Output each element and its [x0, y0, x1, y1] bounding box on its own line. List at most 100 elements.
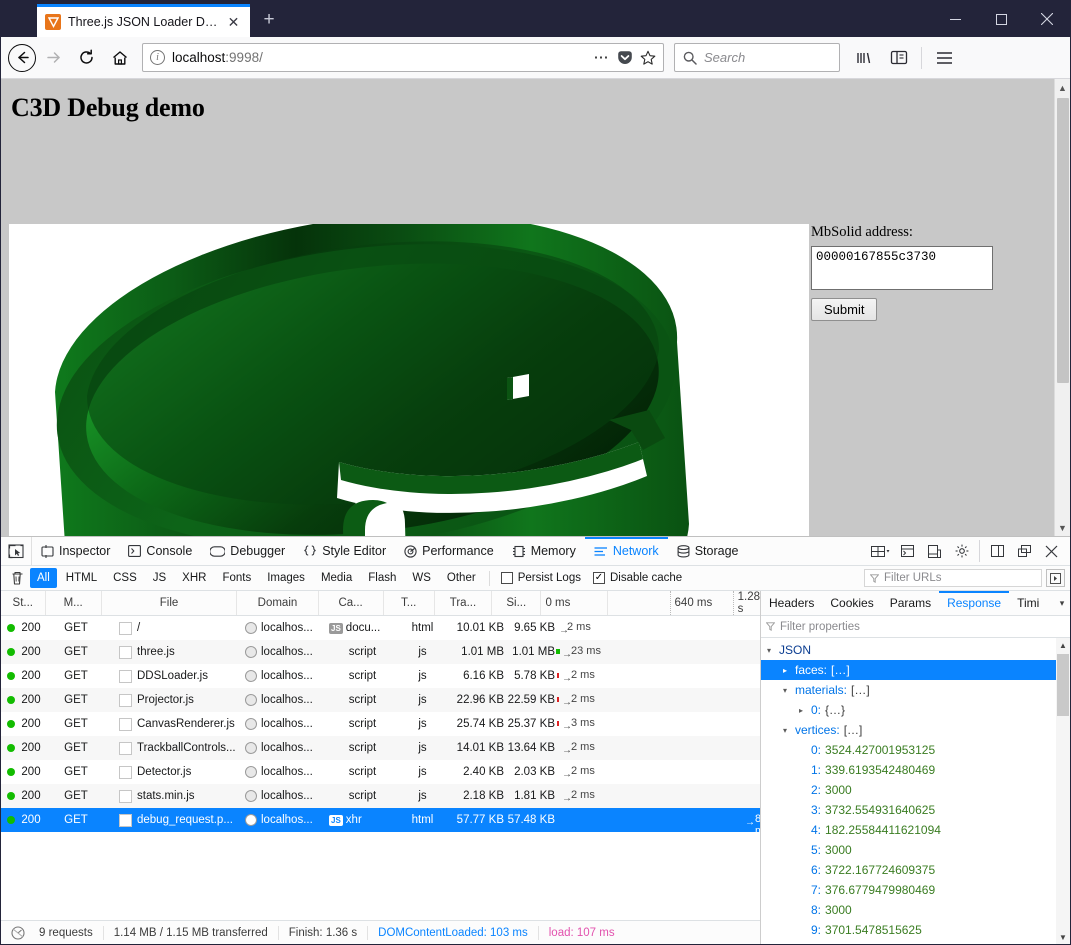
filter-fonts[interactable]: Fonts [215, 568, 258, 588]
layout-icon[interactable] [868, 539, 893, 564]
table-row[interactable]: 200 GET three.js localhos... script js 1… [1, 640, 760, 664]
json-row[interactable]: 8:3000 [761, 900, 1070, 920]
json-scrollbar-track[interactable] [1056, 652, 1070, 930]
bookmark-star-icon[interactable] [640, 50, 656, 66]
reload-icon[interactable] [71, 42, 102, 73]
table-row[interactable]: 200 GET / localhos... JSdocu... html 10.… [1, 616, 760, 640]
scrollbar-thumb[interactable] [1057, 98, 1069, 383]
json-row[interactable]: ▾materials:[…] [761, 680, 1070, 700]
dock-window-icon[interactable] [1012, 539, 1037, 564]
json-row[interactable]: 3:3732.554931640625 [761, 800, 1070, 820]
json-row[interactable]: 1:339.6193542480469 [761, 760, 1070, 780]
forward-arrow-icon[interactable] [38, 42, 69, 73]
col-transferred[interactable]: Tra... [435, 591, 492, 615]
twisty-icon[interactable]: ▸ [783, 666, 795, 675]
table-row[interactable]: 200 GET Detector.js localhos... script j… [1, 760, 760, 784]
tab-style-editor[interactable]: Style Editor [294, 537, 395, 565]
url-filter-input[interactable]: Filter URLs [864, 569, 1042, 587]
filter-ws[interactable]: WS [405, 568, 438, 588]
twisty-icon[interactable]: ▾ [783, 686, 795, 695]
disable-cache-checkbox[interactable]: ✓ Disable cache [588, 572, 687, 584]
table-row[interactable]: 200 GET CanvasRenderer.js localhos... sc… [1, 712, 760, 736]
twisty-icon[interactable]: ▸ [799, 706, 811, 715]
tab-debugger[interactable]: Debugger [201, 537, 294, 565]
col-file[interactable]: File [102, 591, 238, 615]
tab-performance[interactable]: Performance [395, 537, 503, 565]
json-row[interactable]: 6:3722.167724609375 [761, 860, 1070, 880]
json-row[interactable]: ▾vertices:[…] [761, 720, 1070, 740]
persist-logs-box[interactable] [501, 572, 513, 584]
trash-icon[interactable] [6, 571, 28, 585]
json-scrollbar-thumb[interactable] [1057, 654, 1069, 716]
details-tab-params[interactable]: Params [882, 591, 939, 615]
tab-console[interactable]: Console [119, 537, 201, 565]
table-row[interactable]: 200 GET Projector.js localhos... script … [1, 688, 760, 712]
close-devtools-icon[interactable] [1039, 539, 1064, 564]
dock-side-icon[interactable] [985, 539, 1010, 564]
three-js-canvas[interactable] [9, 224, 809, 536]
responsive-design-icon[interactable] [922, 539, 947, 564]
tab-storage[interactable]: Storage [668, 537, 748, 565]
filter-js[interactable]: JS [146, 568, 173, 588]
network-throttle[interactable] [1, 926, 29, 940]
filter-images[interactable]: Images [260, 568, 312, 588]
json-row[interactable]: 9:3701.5478515625 [761, 920, 1070, 940]
table-row[interactable]: 200 GET debug_request.p... localhos... J… [1, 808, 760, 832]
twisty-icon[interactable]: ▾ [783, 726, 795, 735]
properties-filter-input[interactable]: Filter properties [761, 616, 1070, 638]
toggle-details-pane-button[interactable] [1046, 569, 1065, 587]
table-row[interactable]: 200 GET TrackballControls... localhos...… [1, 736, 760, 760]
filter-css[interactable]: CSS [106, 568, 144, 588]
tab-close-icon[interactable]: ✕ [225, 14, 242, 31]
close-button[interactable] [1024, 1, 1070, 37]
json-row[interactable]: ▾JSON [761, 640, 1070, 660]
col-method[interactable]: M... [46, 591, 102, 615]
json-row[interactable]: 5:3000 [761, 840, 1070, 860]
page-scrollbar[interactable]: ▲ ▼ [1054, 79, 1070, 536]
hamburger-menu-icon[interactable] [929, 42, 960, 73]
details-tab-cookies[interactable]: Cookies [822, 591, 881, 615]
json-scroll-down-icon[interactable]: ▼ [1059, 930, 1067, 944]
browser-tab[interactable]: Three.js JSON Loader Demo ✕ [37, 4, 250, 37]
tab-network[interactable]: Network [585, 537, 668, 565]
details-tab-timings[interactable]: Timi [1009, 591, 1047, 615]
settings-gear-icon[interactable] [949, 539, 974, 564]
json-row[interactable]: 7:376.6779479980469 [761, 880, 1070, 900]
submit-button[interactable]: Submit [811, 298, 877, 321]
search-bar[interactable]: Search [674, 43, 840, 72]
filter-flash[interactable]: Flash [361, 568, 403, 588]
col-cause[interactable]: Ca... [319, 591, 384, 615]
element-picker-icon[interactable] [1, 537, 32, 565]
col-domain[interactable]: Domain [237, 591, 318, 615]
json-row[interactable]: ▸faces:[…] [761, 660, 1070, 680]
details-tab-response[interactable]: Response [939, 591, 1009, 615]
scroll-down-arrow-icon[interactable]: ▼ [1055, 519, 1071, 536]
library-icon[interactable] [848, 42, 879, 73]
json-row[interactable]: 0:3524.427001953125 [761, 740, 1070, 760]
pocket-icon[interactable] [617, 50, 633, 66]
json-scrollbar[interactable]: ▲ ▼ [1056, 638, 1070, 944]
details-tab-headers[interactable]: Headers [761, 591, 822, 615]
scrollbar-track[interactable] [1055, 96, 1071, 519]
json-row[interactable]: ▸0:{…} [761, 700, 1070, 720]
new-tab-button[interactable]: + [254, 5, 284, 35]
details-overflow-icon[interactable]: ▾ [1054, 591, 1070, 615]
split-console-icon[interactable] [895, 539, 920, 564]
col-status[interactable]: St... [1, 591, 46, 615]
json-row[interactable]: 2:3000 [761, 780, 1070, 800]
table-row[interactable]: 200 GET stats.min.js localhos... script … [1, 784, 760, 808]
filter-html[interactable]: HTML [59, 568, 104, 588]
page-info-icon[interactable]: i [150, 50, 165, 65]
filter-xhr[interactable]: XHR [175, 568, 213, 588]
maximize-button[interactable] [978, 1, 1024, 37]
mbsolid-address-input[interactable] [811, 246, 993, 290]
filter-other[interactable]: Other [440, 568, 483, 588]
tab-inspector[interactable]: Inspector [32, 537, 119, 565]
filter-all[interactable]: All [30, 568, 57, 588]
minimize-button[interactable] [932, 1, 978, 37]
sidebar-icon[interactable] [883, 42, 914, 73]
twisty-icon[interactable]: ▾ [767, 646, 779, 655]
back-arrow-icon[interactable] [8, 44, 36, 72]
persist-logs-checkbox[interactable]: Persist Logs [496, 572, 586, 584]
address-bar[interactable]: i localhost:9998/ ⋯ [142, 43, 664, 72]
